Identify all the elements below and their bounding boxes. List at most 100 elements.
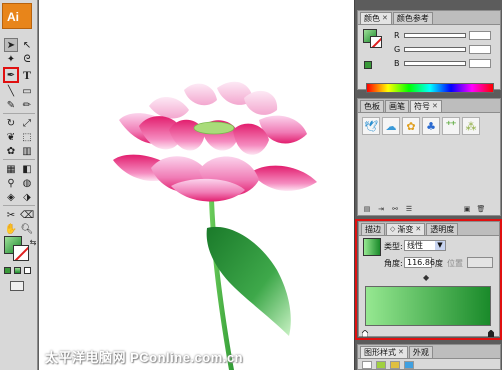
tab-symbols[interactable]: 符号 ✕ bbox=[410, 100, 442, 112]
toolbox-divider bbox=[3, 113, 35, 114]
chevron-down-icon[interactable]: ▼ bbox=[435, 241, 445, 250]
symbol-grass-icon[interactable]: ⺿ bbox=[442, 117, 460, 135]
hand-tool-icon[interactable]: ✋ bbox=[4, 222, 18, 236]
screen-mode-icon[interactable] bbox=[10, 281, 24, 291]
style-swatch[interactable] bbox=[404, 361, 414, 369]
last-color-swatch[interactable] bbox=[364, 61, 372, 69]
mesh-tool-icon[interactable]: ▦ bbox=[4, 162, 18, 176]
color-spectrum-bar[interactable] bbox=[366, 83, 494, 93]
panel-dock: 颜色 ✕ 颜色参考 R G B 色板 画笔 符号 ✕ 🕊︎ ☁︎ ✿ ♣ ⺿ ⁂… bbox=[354, 0, 502, 370]
symbol-options-icon[interactable]: ☰ bbox=[404, 204, 414, 213]
color-panel: 颜色 ✕ 颜色参考 R G B bbox=[357, 10, 501, 93]
lasso-icon[interactable]: ᘓ bbox=[20, 52, 34, 66]
close-icon: ✕ bbox=[398, 348, 404, 356]
symbol-balloon-icon[interactable]: ♣ bbox=[422, 117, 440, 135]
symbol-wheat-icon[interactable]: ⁂ bbox=[462, 117, 480, 135]
tab-color-guide[interactable]: 颜色参考 bbox=[392, 12, 433, 24]
watermark-text: 太平洋电脑网 PConline.com.cn bbox=[45, 350, 244, 365]
eyedropper-icon[interactable]: ⚲ bbox=[4, 176, 18, 190]
angle-input[interactable]: 116.86 bbox=[404, 257, 435, 268]
angle-unit: 度 bbox=[435, 259, 443, 268]
gradient-stop-right-icon[interactable] bbox=[488, 330, 494, 337]
zoom-tool-icon[interactable]: 🔍︎ bbox=[20, 222, 34, 236]
toolbox-divider bbox=[3, 205, 35, 206]
symbol-sprayer-icon[interactable]: ✿ bbox=[4, 144, 18, 158]
place-symbol-icon[interactable]: ⇥ bbox=[376, 204, 386, 213]
green-slider-track[interactable] bbox=[404, 47, 466, 52]
new-symbol-icon[interactable]: ▣ bbox=[462, 204, 472, 213]
options-icon: ◇ bbox=[390, 225, 396, 233]
angle-label: 角度: bbox=[384, 259, 403, 268]
delete-symbol-icon[interactable]: 🗑︎ bbox=[476, 204, 486, 213]
red-slider[interactable]: R bbox=[394, 31, 491, 40]
blue-slider-track[interactable] bbox=[404, 61, 466, 66]
symbol-bird-icon[interactable]: 🕊︎ bbox=[362, 117, 380, 135]
tab-graphic-styles[interactable]: 图形样式 ✕ bbox=[360, 346, 408, 358]
artboard[interactable]: 太平洋电脑网 PConline.com.cn bbox=[39, 0, 354, 370]
free-transform-icon[interactable]: ⬚ bbox=[20, 130, 34, 144]
symbol-library-icon[interactable]: ▤ bbox=[362, 204, 372, 213]
tab-swatches[interactable]: 色板 bbox=[360, 100, 384, 112]
color-panel-stroke-swatch[interactable] bbox=[370, 36, 382, 48]
app-logo: Ai bbox=[2, 3, 32, 29]
red-slider-track[interactable] bbox=[404, 33, 466, 38]
magic-wand-icon[interactable]: ✦ bbox=[4, 52, 18, 66]
line-tool-icon[interactable]: ╲ bbox=[4, 84, 18, 98]
blend-tool-icon[interactable]: ◍ bbox=[20, 176, 34, 190]
midpoint-diamond-icon[interactable]: ◆ bbox=[423, 273, 429, 282]
column-graph-icon[interactable]: ▥ bbox=[20, 144, 34, 158]
toolbox: Ai ➤ ↖ ✦ ᘓ ✒ T ╲ ▭ ✎ ✏ ↻ ⤢ ❦ ⬚ ✿ ▥ ▦ ◧ ⚲… bbox=[0, 0, 38, 370]
graphic-styles-tabbar: 图形样式 ✕ 外观 bbox=[358, 345, 500, 359]
swap-colors-icon[interactable]: ⇆ bbox=[26, 235, 40, 249]
lotus-stem bbox=[209, 200, 234, 370]
green-value-field[interactable] bbox=[469, 45, 491, 54]
direct-selection-icon[interactable]: ↖ bbox=[20, 38, 34, 52]
tab-brushes[interactable]: 画笔 bbox=[385, 100, 409, 112]
rotate-tool-icon[interactable]: ↻ bbox=[4, 116, 18, 130]
color-mode-icon[interactable] bbox=[4, 267, 11, 274]
selection-tool-icon[interactable]: ➤ bbox=[4, 38, 18, 52]
close-icon: ✕ bbox=[382, 14, 388, 22]
slice-tool-icon[interactable]: ✂ bbox=[4, 208, 18, 222]
live-paint-select-icon[interactable]: ⬗ bbox=[20, 190, 34, 204]
gradient-panel-tabbar: 描边 ◇ 渐变 ✕ 透明度 bbox=[359, 222, 499, 236]
gradient-preview-swatch[interactable] bbox=[363, 238, 381, 256]
paintbrush-icon[interactable]: ✎ bbox=[4, 98, 18, 112]
style-swatch[interactable] bbox=[376, 361, 386, 369]
gradient-stop-left-icon[interactable] bbox=[362, 330, 368, 337]
eraser-icon[interactable]: ⌫ bbox=[20, 208, 34, 222]
break-link-icon[interactable]: ⚯ bbox=[390, 204, 400, 213]
tab-gradient[interactable]: ◇ 渐变 ✕ bbox=[386, 223, 426, 235]
live-paint-icon[interactable]: ◈ bbox=[4, 190, 18, 204]
green-slider[interactable]: G bbox=[394, 45, 491, 54]
red-value-field[interactable] bbox=[469, 31, 491, 40]
type-tool-icon[interactable]: T bbox=[20, 68, 34, 82]
gradient-type-select[interactable]: 线性 ▼ bbox=[404, 240, 446, 251]
tab-appearance[interactable]: 外观 bbox=[408, 346, 433, 358]
tab-stroke[interactable]: 描边 bbox=[361, 223, 385, 235]
scale-tool-icon[interactable]: ⤢ bbox=[20, 116, 34, 130]
style-swatch[interactable] bbox=[362, 361, 372, 369]
toolbox-divider bbox=[3, 159, 35, 160]
gradient-ramp[interactable] bbox=[365, 286, 491, 326]
location-input bbox=[467, 257, 493, 268]
blue-value-field[interactable] bbox=[469, 59, 491, 68]
gradient-type-label: 类型: bbox=[384, 242, 403, 251]
graphic-styles-panel: 图形样式 ✕ 外观 bbox=[357, 344, 501, 370]
blue-slider[interactable]: B bbox=[394, 59, 491, 68]
none-mode-icon[interactable] bbox=[24, 267, 31, 274]
rectangle-tool-icon[interactable]: ▭ bbox=[20, 84, 34, 98]
tab-transparency[interactable]: 透明度 bbox=[426, 223, 459, 235]
symbols-panel-tabbar: 色板 画笔 符号 ✕ bbox=[358, 99, 500, 113]
symbol-cloud-icon[interactable]: ☁︎ bbox=[382, 117, 400, 135]
gradient-mode-icon[interactable] bbox=[14, 267, 21, 274]
tab-color[interactable]: 颜色 ✕ bbox=[360, 12, 392, 24]
pencil-icon[interactable]: ✏ bbox=[20, 98, 34, 112]
location-label: 位置 bbox=[447, 259, 463, 268]
gradient-tool-icon[interactable]: ◧ bbox=[20, 162, 34, 176]
lotus-artwork bbox=[113, 81, 317, 370]
color-panel-tabbar: 颜色 ✕ 颜色参考 bbox=[358, 11, 500, 25]
symbol-flower-icon[interactable]: ✿ bbox=[402, 117, 420, 135]
style-swatch[interactable] bbox=[390, 361, 400, 369]
warp-tool-icon[interactable]: ❦ bbox=[4, 130, 18, 144]
